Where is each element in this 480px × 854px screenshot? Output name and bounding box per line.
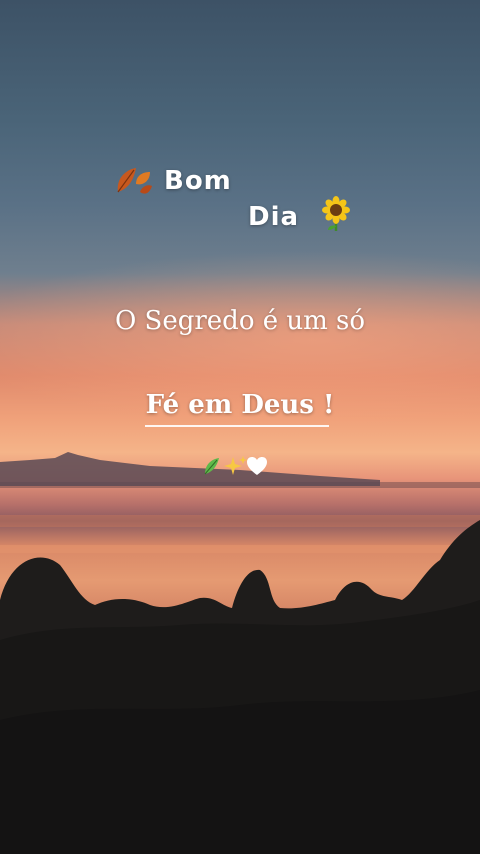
- background-photo: Bom Dia O Segredo é um só Fé em Deus !: [0, 0, 480, 854]
- white-heart-icon: [247, 457, 267, 475]
- landscape-silhouette: [0, 452, 480, 854]
- greeting-line2: Dia: [248, 202, 300, 232]
- message-highlight: Fé em Deus !: [145, 390, 335, 420]
- emoji-row: [204, 456, 267, 475]
- message-line: O Segredo é um só: [114, 306, 366, 336]
- highlight-underline: [145, 425, 329, 427]
- sunflower-icon: [322, 196, 350, 231]
- herb-icon: [204, 458, 219, 475]
- greeting-line1: Bom: [164, 166, 232, 196]
- autumn-leaves-icon: [117, 168, 152, 194]
- sparkles-icon: [224, 456, 247, 475]
